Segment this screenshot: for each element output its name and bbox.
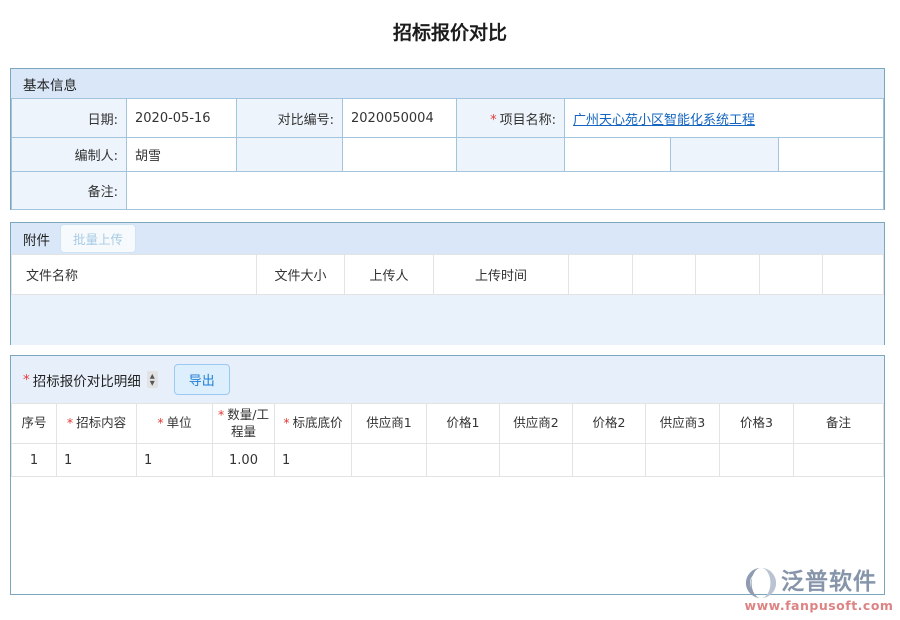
attachments-table: 文件名称 文件大小 上传人 上传时间 bbox=[11, 254, 884, 295]
col-file-name: 文件名称 bbox=[12, 255, 257, 295]
col-file-size: 文件大小 bbox=[257, 255, 345, 295]
required-asterisk: * bbox=[157, 415, 163, 430]
col-empty-2 bbox=[633, 255, 696, 295]
col-empty-3 bbox=[696, 255, 760, 295]
col-content-text: 招标内容 bbox=[76, 415, 126, 430]
detail-data-row: 1 1 1 1.00 1 bbox=[12, 444, 884, 477]
detail-header-row: 序号 *招标内容 *单位 *数量/工程量 *标底底价 供应商1 价格1 供应商2… bbox=[12, 404, 884, 444]
col-empty-5 bbox=[823, 255, 884, 295]
page-title: 招标报价对比 bbox=[0, 20, 900, 46]
required-asterisk: * bbox=[218, 407, 224, 422]
empty-value-cell-1 bbox=[343, 138, 457, 172]
detail-section-header: * 招标报价对比明细 ▲ ▼ 导出 bbox=[11, 356, 884, 403]
detail-table: 序号 *招标内容 *单位 *数量/工程量 *标底底价 供应商1 价格1 供应商2… bbox=[11, 403, 884, 477]
export-button[interactable]: 导出 bbox=[174, 364, 230, 395]
attachments-section: 附件 批量上传 文件名称 文件大小 上传人 上传时间 bbox=[10, 222, 885, 345]
cell-quantity: 1.00 bbox=[213, 444, 275, 477]
project-name-label-text: 项目名称: bbox=[500, 113, 556, 128]
col-unit-text: 单位 bbox=[167, 415, 192, 430]
cell-supplier2 bbox=[500, 444, 573, 477]
cell-price1 bbox=[427, 444, 500, 477]
col-remarks: 备注 bbox=[794, 404, 884, 444]
remarks-label: 备注: bbox=[12, 172, 127, 210]
compare-no-value: 2020050004 bbox=[343, 99, 457, 138]
brand-website: www.fanpusoft.com bbox=[744, 598, 894, 613]
basic-info-table: 日期: 2020-05-16 对比编号: 2020050004 *项目名称: 广… bbox=[11, 98, 884, 210]
empty-value-cell-3 bbox=[779, 138, 884, 172]
col-base-price-text: 标底底价 bbox=[293, 415, 343, 430]
detail-title: 招标报价对比明细 bbox=[33, 370, 141, 390]
fanpu-logo: 泛普软件 www.fanpusoft.com bbox=[744, 566, 894, 613]
cell-price2 bbox=[573, 444, 646, 477]
col-upload-time: 上传时间 bbox=[434, 255, 569, 295]
basic-info-section-header: 基本信息 bbox=[11, 69, 884, 98]
cell-base-price: 1 bbox=[275, 444, 352, 477]
brand-name: 泛普软件 bbox=[781, 569, 877, 597]
attachments-header-row: 文件名称 文件大小 上传人 上传时间 bbox=[12, 255, 884, 295]
remarks-value bbox=[127, 172, 884, 210]
empty-label-cell-2 bbox=[457, 138, 565, 172]
basic-info-section: 基本信息 日期: 2020-05-16 对比编号: 2020050004 *项目… bbox=[10, 68, 885, 210]
cell-supplier3 bbox=[646, 444, 720, 477]
date-value: 2020-05-16 bbox=[127, 99, 237, 138]
project-name-cell: 广州天心苑小区智能化系统工程 bbox=[565, 99, 884, 138]
basic-info-title: 基本信息 bbox=[23, 74, 77, 94]
col-seq: 序号 bbox=[12, 404, 57, 444]
col-price1: 价格1 bbox=[427, 404, 500, 444]
cell-price3 bbox=[720, 444, 794, 477]
project-name-link[interactable]: 广州天心苑小区智能化系统工程 bbox=[573, 113, 755, 128]
cell-remarks bbox=[794, 444, 884, 477]
col-price3: 价格3 bbox=[720, 404, 794, 444]
attachments-empty-body bbox=[11, 295, 884, 345]
cell-unit: 1 bbox=[137, 444, 213, 477]
col-supplier3: 供应商3 bbox=[646, 404, 720, 444]
attachments-title: 附件 bbox=[23, 229, 50, 249]
cell-supplier1 bbox=[352, 444, 427, 477]
sort-icon[interactable]: ▲ ▼ bbox=[147, 371, 158, 388]
date-label: 日期: bbox=[12, 99, 127, 138]
compare-no-label: 对比编号: bbox=[237, 99, 343, 138]
sort-down-arrow-icon: ▼ bbox=[150, 380, 155, 387]
compiler-label: 编制人: bbox=[12, 138, 127, 172]
col-empty-4 bbox=[760, 255, 823, 295]
compiler-value: 胡雪 bbox=[127, 138, 237, 172]
basic-info-row-2: 编制人: 胡雪 bbox=[12, 138, 884, 172]
empty-label-cell-1 bbox=[237, 138, 343, 172]
basic-info-row-1: 日期: 2020-05-16 对比编号: 2020050004 *项目名称: 广… bbox=[12, 99, 884, 138]
empty-value-cell-2 bbox=[565, 138, 671, 172]
detail-section: * 招标报价对比明细 ▲ ▼ 导出 序号 *招标内容 *单位 *数量/工程量 *… bbox=[10, 355, 885, 595]
col-quantity: *数量/工程量 bbox=[213, 404, 275, 444]
cell-seq: 1 bbox=[12, 444, 57, 477]
required-asterisk: * bbox=[67, 415, 73, 430]
fanpu-logo-icon bbox=[744, 566, 778, 600]
col-empty-1 bbox=[569, 255, 633, 295]
batch-upload-button[interactable]: 批量上传 bbox=[60, 224, 136, 253]
empty-label-cell-3 bbox=[671, 138, 779, 172]
required-asterisk: * bbox=[283, 415, 289, 430]
col-supplier2: 供应商2 bbox=[500, 404, 573, 444]
col-base-price: * 标底底价 bbox=[275, 404, 352, 444]
col-uploader: 上传人 bbox=[345, 255, 434, 295]
required-asterisk: * bbox=[23, 372, 30, 388]
col-quantity-text: 数量/工程量 bbox=[227, 407, 269, 438]
project-name-label: *项目名称: bbox=[457, 99, 565, 138]
cell-content: 1 bbox=[57, 444, 137, 477]
required-asterisk: * bbox=[490, 113, 497, 128]
col-supplier1: 供应商1 bbox=[352, 404, 427, 444]
col-content: *招标内容 bbox=[57, 404, 137, 444]
col-unit: * 单位 bbox=[137, 404, 213, 444]
basic-info-row-3: 备注: bbox=[12, 172, 884, 210]
col-price2: 价格2 bbox=[573, 404, 646, 444]
attachments-section-header: 附件 批量上传 bbox=[11, 223, 884, 254]
